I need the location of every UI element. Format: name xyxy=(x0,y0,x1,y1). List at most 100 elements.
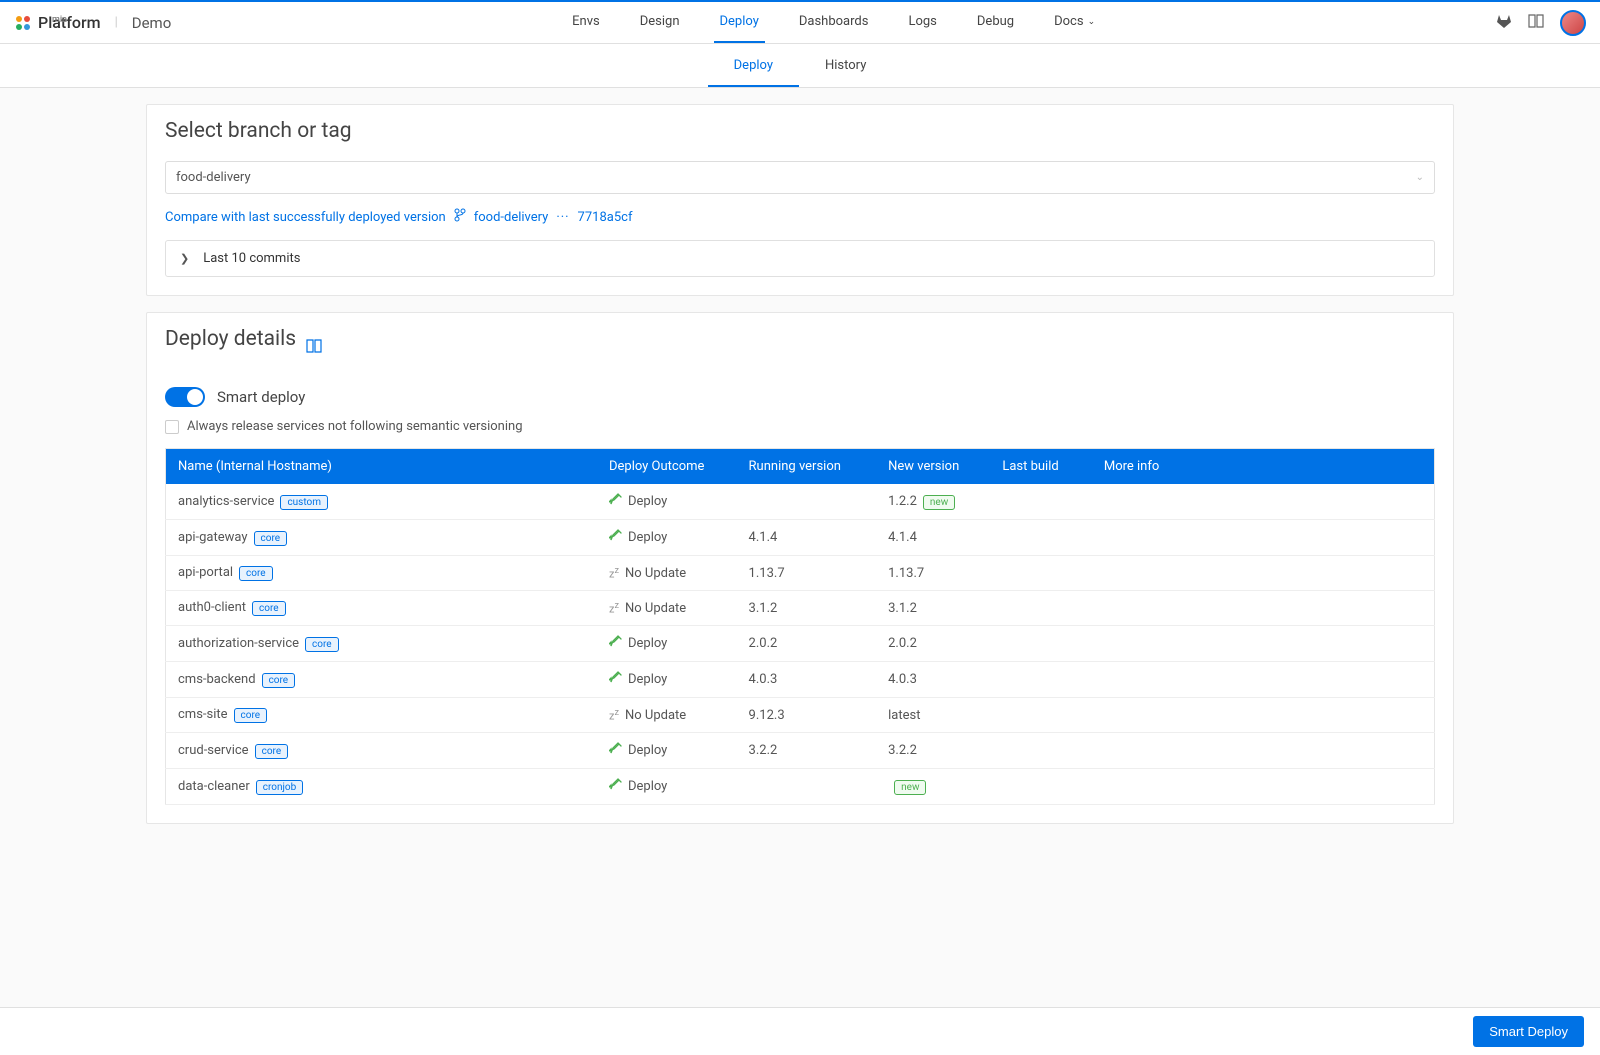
cell-newver: 1.2.2new xyxy=(876,484,990,520)
topbar-right xyxy=(1496,10,1586,36)
logo-top-text: mia xyxy=(52,15,67,25)
type-chip: core xyxy=(255,744,289,759)
subnav: DeployHistory xyxy=(0,44,1600,88)
cell-outcome: Deploy xyxy=(597,626,737,662)
commit-hash[interactable]: 7718a5cf xyxy=(578,210,633,225)
select-branch-title: Select branch or tag xyxy=(165,119,1435,143)
cell-running: 1.13.7 xyxy=(737,556,877,591)
cell-more xyxy=(1092,520,1435,556)
branch-icon xyxy=(454,208,466,226)
cell-name: api-gatewaycore xyxy=(166,520,597,556)
table-row: authorization-servicecoreDeploy2.0.22.0.… xyxy=(166,626,1435,662)
chevron-right-icon: ❯ xyxy=(180,252,189,265)
rocket-icon xyxy=(609,778,622,795)
th-newver: New version xyxy=(876,449,990,485)
cell-build xyxy=(990,520,1092,556)
branch-name[interactable]: food-delivery xyxy=(474,210,549,225)
compare-row: Compare with last successfully deployed … xyxy=(165,208,1435,226)
th-more: More info xyxy=(1092,449,1435,485)
cell-more xyxy=(1092,698,1435,733)
compare-link[interactable]: Compare with last successfully deployed … xyxy=(165,210,446,225)
avatar[interactable] xyxy=(1560,10,1586,36)
cell-more xyxy=(1092,769,1435,805)
cell-name: authorization-servicecore xyxy=(166,626,597,662)
new-chip: new xyxy=(923,495,955,510)
cell-newver: 1.13.7 xyxy=(876,556,990,591)
cell-more xyxy=(1092,484,1435,520)
commits-label: Last 10 commits xyxy=(203,251,300,266)
cell-running: 2.0.2 xyxy=(737,626,877,662)
cell-more xyxy=(1092,662,1435,698)
cell-running: 3.1.2 xyxy=(737,591,877,626)
new-chip: new xyxy=(894,780,926,795)
rocket-icon xyxy=(609,529,622,546)
nav-item-logs[interactable]: Logs xyxy=(902,2,942,43)
cell-more xyxy=(1092,591,1435,626)
always-release-checkbox[interactable] xyxy=(165,420,179,434)
cell-running: 4.1.4 xyxy=(737,520,877,556)
nav-item-dashboards[interactable]: Dashboards xyxy=(793,2,875,43)
deploy-details-title: Deploy details xyxy=(165,327,296,351)
project-name[interactable]: Demo xyxy=(132,14,172,32)
type-chip: core xyxy=(252,601,286,616)
type-chip: core xyxy=(234,708,268,723)
table-row: api-gatewaycoreDeploy4.1.44.1.4 xyxy=(166,520,1435,556)
cell-outcome: Deploy xyxy=(597,520,737,556)
cell-name: cms-backendcore xyxy=(166,662,597,698)
cell-build xyxy=(990,698,1092,733)
nav-item-envs[interactable]: Envs xyxy=(566,2,606,43)
type-chip: core xyxy=(239,566,273,581)
type-chip: custom xyxy=(280,495,328,510)
divider: | xyxy=(115,15,118,30)
smart-deploy-toggle[interactable] xyxy=(165,387,205,407)
nav-item-design[interactable]: Design xyxy=(634,2,686,43)
cell-more xyxy=(1092,733,1435,769)
cell-outcome: zzNo Update xyxy=(597,591,737,626)
cell-outcome: Deploy xyxy=(597,733,737,769)
select-branch-card: Select branch or tag food-delivery ⌄ Com… xyxy=(146,104,1454,296)
nav-item-deploy[interactable]: Deploy xyxy=(714,2,765,43)
branch-select-value: food-delivery xyxy=(176,170,251,185)
commits-panel[interactable]: ❯ Last 10 commits xyxy=(165,240,1435,277)
table-row: cms-backendcoreDeploy4.0.34.0.3 xyxy=(166,662,1435,698)
cell-newver: 4.0.3 xyxy=(876,662,990,698)
cell-build xyxy=(990,556,1092,591)
rocket-icon xyxy=(609,671,622,688)
smart-deploy-label: Smart deploy xyxy=(217,388,305,406)
smart-deploy-button[interactable]: Smart Deploy xyxy=(1473,1016,1584,1047)
gitlab-icon[interactable] xyxy=(1496,13,1512,33)
logo-name: Platform xyxy=(38,13,101,32)
always-release-label: Always release services not following se… xyxy=(187,419,523,434)
deploy-details-card: Deploy details Smart deploy Always relea… xyxy=(146,312,1454,824)
rocket-icon xyxy=(609,742,622,759)
th-name: Name (Internal Hostname) xyxy=(166,449,597,485)
cell-build xyxy=(990,662,1092,698)
table-row: api-portalcorezzNo Update1.13.71.13.7 xyxy=(166,556,1435,591)
docs-book-icon[interactable] xyxy=(306,339,322,357)
docs-book-icon[interactable] xyxy=(1528,14,1544,32)
cell-running xyxy=(737,769,877,805)
tab-deploy[interactable]: Deploy xyxy=(708,46,799,87)
table-row: crud-servicecoreDeploy3.2.23.2.2 xyxy=(166,733,1435,769)
table-row: analytics-servicecustomDeploy1.2.2new xyxy=(166,484,1435,520)
cell-newver: 3.2.2 xyxy=(876,733,990,769)
cell-build xyxy=(990,733,1092,769)
topbar: mia Platform | Demo Envs Design Deploy Dash… xyxy=(0,0,1600,44)
nav-item-debug[interactable]: Debug xyxy=(971,2,1020,43)
cell-outcome: Deploy xyxy=(597,662,737,698)
sleep-icon: zz xyxy=(609,708,619,723)
branch-select[interactable]: food-delivery ⌄ xyxy=(165,161,1435,194)
logo[interactable]: mia Platform xyxy=(14,13,101,32)
cell-build xyxy=(990,484,1092,520)
cell-build xyxy=(990,591,1092,626)
cell-outcome: zzNo Update xyxy=(597,698,737,733)
cell-running: 4.0.3 xyxy=(737,662,877,698)
table-row: auth0-clientcorezzNo Update3.1.23.1.2 xyxy=(166,591,1435,626)
cell-build xyxy=(990,626,1092,662)
rocket-icon xyxy=(609,635,622,652)
table-row: cms-sitecorezzNo Update9.12.3latest xyxy=(166,698,1435,733)
tab-history[interactable]: History xyxy=(799,46,892,87)
nav-item-docs[interactable]: Docs⌄ xyxy=(1048,2,1101,43)
footer: Smart Deploy xyxy=(0,1007,1600,1055)
th-running: Running version xyxy=(737,449,877,485)
